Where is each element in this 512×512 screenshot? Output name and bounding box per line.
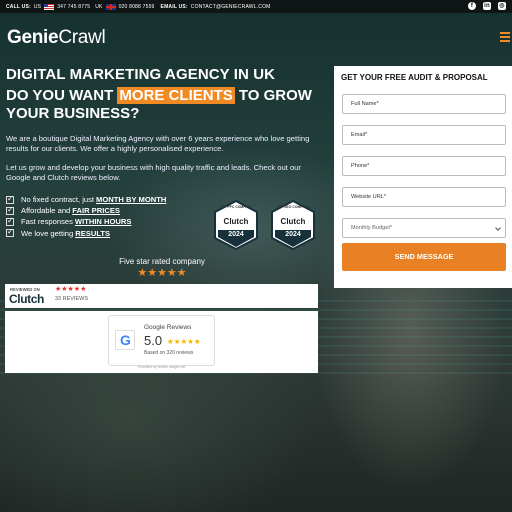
uk-flag-icon	[105, 3, 116, 10]
benefit-bold: FAIR PRICES	[72, 206, 120, 216]
badge-year: 2024	[228, 231, 244, 238]
google-reviews-title: Google Reviews	[144, 324, 192, 331]
benefit-bold: MONTH BY MONTH	[96, 195, 167, 205]
subheading-start: DO YOU WANT	[6, 87, 118, 104]
uk-label: UK	[95, 3, 103, 10]
benefit-text: No fixed contract, just	[21, 195, 95, 205]
top-contact-bar: CALL US: US 347 745 8775 UK 020 8088 755…	[0, 0, 512, 13]
checkbox-icon	[6, 194, 14, 204]
checkbox-icon	[6, 205, 14, 215]
logo-light-text: Crawl	[58, 27, 106, 48]
google-stars-icon: ★★★★★	[167, 337, 201, 346]
clutch-review-count: 33 REVIEWS	[55, 296, 89, 302]
clutch-seo-badge: TOP SEO COMPANY Clutch 2024	[270, 200, 316, 250]
badge-top-text: TOP SEO COMPANY	[276, 205, 310, 209]
send-message-button[interactable]: SEND MESSAGE	[342, 243, 506, 271]
website-url-field[interactable]: Website URL*	[342, 187, 506, 207]
benefit-item: No fixed contract, justMONTH BY MONTH	[6, 194, 166, 205]
intro-paragraph: We are a boutique Digital Marketing Agen…	[6, 134, 310, 153]
logo-bold-text: Genie	[7, 27, 59, 48]
five-star-rating-icon: ★★★★★	[137, 267, 187, 279]
us-phone-link[interactable]: 347 745 8775	[57, 4, 90, 10]
badge-top-text: TOP PPC COMPANY	[219, 205, 253, 209]
benefit-text: Affordable and	[21, 206, 71, 216]
benefit-item: Fast responsesWITHIN HOURS	[6, 216, 166, 227]
form-title: GET YOUR FREE AUDIT & PROPOSAL	[341, 73, 488, 82]
widget-provider-link[interactable]: Provided by review widget.net	[5, 365, 318, 369]
google-score: 5.0	[144, 333, 163, 348]
us-label: US	[33, 3, 42, 10]
monthly-budget-select[interactable]: Monthly Budget*	[342, 218, 506, 238]
email-group: EMAIL US: CONTACT@GENIECRAWL.COM	[161, 4, 271, 10]
benefit-text: Fast responses	[21, 217, 73, 227]
hero-subheading: DO YOU WANT MORE CLIENTS TO GROW YOUR BU…	[6, 87, 326, 123]
clutch-ppc-badge: TOP PPC COMPANY Clutch 2024	[213, 200, 259, 250]
google-reviews-card[interactable]: G Google Reviews 5.0 ★★★★★ Based on 320 …	[108, 315, 215, 366]
hero-heading: DIGITAL MARKETING AGENCY IN UK	[6, 66, 276, 83]
social-links: f in ◎	[461, 2, 506, 10]
instagram-icon[interactable]: ◎	[498, 2, 506, 10]
full-name-field[interactable]: Full Name*	[342, 94, 506, 114]
uk-phone-link[interactable]: 020 8088 7559	[119, 4, 155, 10]
us-flag-icon	[44, 3, 55, 10]
google-g-icon: G	[115, 330, 135, 350]
clutch-logo: Clutch	[9, 292, 44, 306]
call-us-label: CALL US:	[6, 3, 31, 10]
badge-brand: Clutch	[223, 217, 249, 226]
google-reviews-section: G Google Reviews 5.0 ★★★★★ Based on 320 …	[5, 311, 318, 373]
google-based-on: Based on 320 reviews	[144, 350, 194, 356]
growth-paragraph: Let us grow and develop your business wi…	[6, 163, 301, 182]
subheading-highlight: MORE CLIENTS	[117, 87, 235, 104]
benefit-bold: WITHIN HOURS	[74, 217, 132, 227]
badge-brand: Clutch	[280, 217, 306, 226]
badge-year: 2024	[285, 231, 301, 238]
benefit-item: Affordable andFAIR PRICES	[6, 205, 166, 216]
benefit-item: We love gettingRESULTS	[6, 227, 166, 239]
clutch-review-widget[interactable]: REVIEWED ON ★★★★★ Clutch 33 REVIEWS	[5, 284, 318, 308]
facebook-icon[interactable]: f	[468, 2, 476, 10]
site-logo[interactable]: GenieCrawl	[7, 27, 106, 49]
audit-form: GET YOUR FREE AUDIT & PROPOSAL Full Name…	[334, 66, 512, 288]
email-field[interactable]: Email*	[342, 125, 506, 145]
checkbox-icon	[6, 227, 14, 238]
phone-field[interactable]: Phone*	[342, 156, 506, 176]
email-link[interactable]: CONTACT@GENIECRAWL.COM	[191, 4, 271, 10]
benefits-list: No fixed contract, justMONTH BY MONTH Af…	[6, 194, 166, 239]
benefit-text: We love getting	[21, 228, 74, 238]
menu-icon[interactable]	[500, 32, 510, 42]
email-label: EMAIL US:	[160, 3, 188, 10]
clutch-stars-icon: ★★★★★	[55, 286, 87, 293]
benefit-bold: RESULTS	[75, 228, 111, 238]
linkedin-icon[interactable]: in	[483, 2, 491, 10]
call-us-group: CALL US: US 347 745 8775 UK 020 8088 755…	[6, 3, 155, 10]
checkbox-icon	[6, 216, 14, 226]
five-star-label: Five star rated company	[119, 257, 205, 266]
